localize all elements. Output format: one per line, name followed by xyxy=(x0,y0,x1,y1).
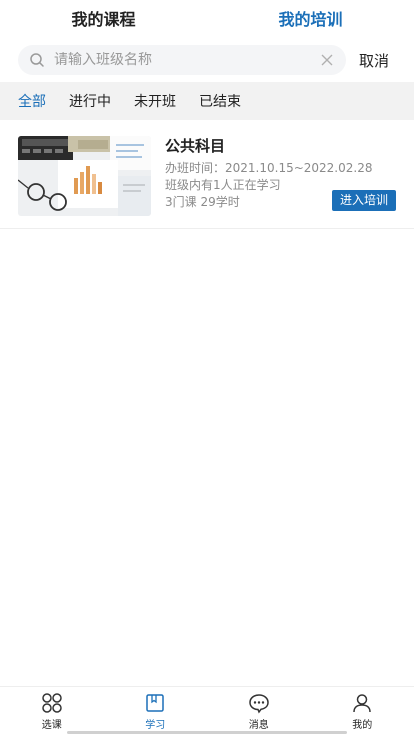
nav-label: 学习 xyxy=(145,720,166,731)
tab-my-courses[interactable]: 我的课程 xyxy=(0,0,207,40)
grid-icon xyxy=(41,692,63,714)
filter-in-progress[interactable]: 进行中 xyxy=(69,91,111,111)
status-filter-bar: 全部 进行中 未开班 已结束 xyxy=(0,82,414,120)
nav-label: 我的 xyxy=(352,720,373,731)
training-thumbnail xyxy=(18,136,151,216)
training-time: 办班时间：2021.10.15~2022.02.28 xyxy=(165,161,373,175)
search-icon xyxy=(28,51,46,69)
cancel-button[interactable]: 取消 xyxy=(346,50,402,71)
top-tab-bar: 我的课程 我的培训 xyxy=(0,0,414,40)
book-icon xyxy=(144,692,166,714)
search-box[interactable] xyxy=(18,45,346,75)
training-info: 公共科目 办班时间：2021.10.15~2022.02.28 班级内有1人正在… xyxy=(165,136,396,216)
home-indicator xyxy=(67,731,347,734)
chat-icon xyxy=(248,692,270,714)
filter-ended[interactable]: 已结束 xyxy=(199,91,241,111)
nav-messages[interactable]: 消息 xyxy=(207,687,311,736)
nav-profile[interactable]: 我的 xyxy=(311,687,414,736)
search-input[interactable] xyxy=(54,52,318,68)
user-icon xyxy=(351,692,373,714)
enter-training-button[interactable]: 进入培训 xyxy=(331,190,396,211)
nav-label: 选课 xyxy=(41,720,62,731)
bottom-nav: 选课 学习 消息 我的 xyxy=(0,686,414,736)
filter-all[interactable]: 全部 xyxy=(18,91,46,111)
filter-not-started[interactable]: 未开班 xyxy=(134,91,176,111)
clear-icon[interactable] xyxy=(318,51,336,69)
tab-my-training[interactable]: 我的培训 xyxy=(207,0,414,40)
nav-select-course[interactable]: 选课 xyxy=(0,687,104,736)
nav-study[interactable]: 学习 xyxy=(104,687,208,736)
nav-label: 消息 xyxy=(248,720,269,731)
training-title: 公共科目 xyxy=(165,137,226,155)
training-card[interactable]: 公共科目 办班时间：2021.10.15~2022.02.28 班级内有1人正在… xyxy=(0,120,414,229)
search-row: 取消 xyxy=(0,40,414,80)
